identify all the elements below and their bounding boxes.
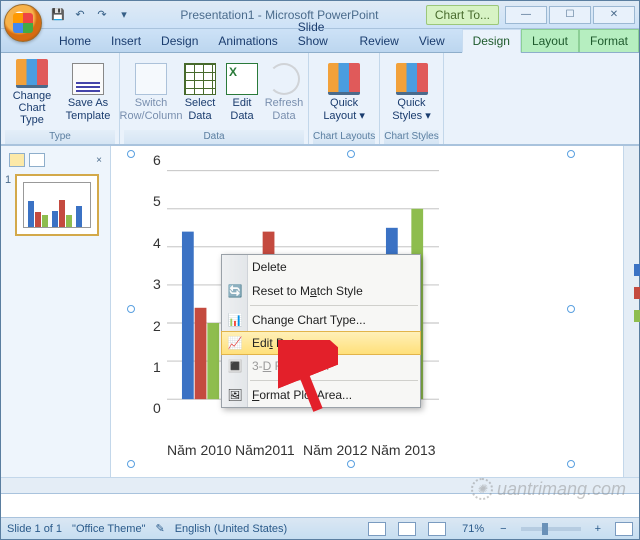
tab-animations[interactable]: Animations [208,30,287,52]
layout-icon [328,63,360,95]
legend-swatch-3 [634,310,640,322]
tab-chart-layout[interactable]: Layout [521,29,579,52]
styles-icon [396,63,428,95]
thumbnails-tab-slides[interactable] [9,153,25,167]
template-icon [72,63,104,95]
y-tick-label: 3 [153,276,161,292]
thumbnails-close[interactable]: × [96,155,102,166]
group-type-label: Type [5,130,115,144]
view-slideshow-button[interactable] [428,522,446,536]
y-tick-label: 4 [153,235,161,251]
refresh-data-button[interactable]: Refresh Data [264,58,304,128]
slide-number: 1 [5,174,11,236]
tab-slideshow[interactable]: Slide Show [288,16,350,52]
x-tick-label: Năm 2012 [303,442,368,458]
slide-thumbnail-1[interactable] [15,174,99,236]
view-sorter-button[interactable] [398,522,416,536]
y-tick-label: 5 [153,193,161,209]
edit-data-button[interactable]: Edit Data [222,58,262,128]
status-language[interactable]: English (United States) [175,523,288,535]
qat-more[interactable]: ▾ [115,6,133,24]
save-as-template-button[interactable]: Save As Template [61,58,115,128]
group-type: Change Chart Type Save As Template Type [1,53,120,144]
quick-layout-button[interactable]: Quick Layout ▾ [317,58,371,128]
y-tick-label: 0 [153,400,161,416]
y-tick-label: 1 [153,359,161,375]
tab-home[interactable]: Home [49,30,101,52]
group-data-label: Data [124,130,304,144]
change-chart-type-button[interactable]: Change Chart Type [5,58,59,128]
qat-redo[interactable]: ↷ [93,6,111,24]
switch-row-col-button[interactable]: Switch Row/Column [124,58,178,128]
zoom-level[interactable]: 71% [462,523,484,535]
reset-icon: 🔄 [227,283,243,299]
zoom-out-button[interactable]: − [500,523,506,535]
chart-legend[interactable]: Khu vực 1 Khu vực 2 Khu vực 3 [634,254,640,331]
status-theme: "Office Theme" [72,523,145,535]
tab-chart-format[interactable]: Format [579,29,639,52]
select-data-button[interactable]: Select Data [180,58,220,128]
quick-styles-button[interactable]: Quick Styles ▾ [385,58,439,128]
legend-swatch-2 [634,287,640,299]
x-tick-label: Năm 2013 [371,442,436,458]
tab-chart-design[interactable]: Design [462,29,521,53]
qat-undo[interactable]: ↶ [71,6,89,24]
switch-icon [135,63,167,95]
chart-icon [16,59,48,89]
tab-review[interactable]: Review [349,30,408,52]
slide-thumbnails-pane: × 1 [1,146,111,477]
watermark: ✺ uantrimang.com [471,478,626,500]
contextual-tab-title: Chart To... [426,5,499,25]
chart-type-icon: 📊 [227,312,243,328]
excel-icon [226,63,258,95]
group-chart-layouts: Quick Layout ▾ Chart Layouts [309,53,380,144]
x-tick-label: Năm2011 [235,442,295,458]
x-tick-label: Năm 2010 [167,442,232,458]
quick-access-toolbar: 💾 ↶ ↷ ▾ [49,6,133,24]
office-button[interactable] [4,4,42,42]
status-spellcheck-icon[interactable]: ✎ [155,522,164,535]
window-minimize[interactable]: — [505,6,547,24]
window-close[interactable]: ✕ [593,6,635,24]
menu-reset-match-style[interactable]: 🔄Reset to Match Style [222,279,420,303]
thumbnail-chart [23,182,91,228]
zoom-slider[interactable] [521,527,581,531]
tab-design[interactable]: Design [151,30,208,52]
workspace: × 1 [1,145,639,477]
rotation-icon: 🔳 [227,358,243,374]
menu-change-chart-type[interactable]: 📊Change Chart Type... [222,308,420,332]
y-tick-label: 2 [153,318,161,334]
window-maximize[interactable]: ☐ [549,6,591,24]
watermark-icon: ✺ [471,478,493,500]
group-styles-label: Chart Styles [384,130,438,144]
window-title: Presentation1 - Microsoft PowerPoint [133,8,426,22]
refresh-icon [268,63,300,95]
slide-canvas[interactable]: 0123456 Năm 2010Năm2011Năm 2012Năm 2013 … [111,146,623,477]
thumbnails-tab-outline[interactable] [29,153,45,167]
fit-to-window-button[interactable] [615,522,633,536]
group-data: Switch Row/Column Select Data Edit Data … [120,53,309,144]
annotation-arrow [278,340,338,425]
legend-swatch-1 [634,264,640,276]
group-layouts-label: Chart Layouts [313,130,375,144]
qat-save[interactable]: 💾 [49,6,67,24]
y-tick-label: 6 [153,152,161,168]
zoom-in-button[interactable]: + [595,523,601,535]
menu-delete[interactable]: Delete [222,255,420,279]
tab-insert[interactable]: Insert [101,30,151,52]
format-icon: 🖼 [227,387,243,403]
table-icon [184,63,216,95]
group-chart-styles: Quick Styles ▾ Chart Styles [380,53,443,144]
view-normal-button[interactable] [368,522,386,536]
tab-view[interactable]: View [409,30,455,52]
ribbon-tabs: Home Insert Design Animations Slide Show… [1,29,639,53]
status-bar: Slide 1 of 1 "Office Theme" ✎ English (U… [1,517,639,539]
chart-object[interactable]: 0123456 Năm 2010Năm2011Năm 2012Năm 2013 … [131,154,571,464]
ribbon: Change Chart Type Save As Template Type … [1,53,639,145]
status-slide: Slide 1 of 1 [7,523,62,535]
excel-icon: 📈 [227,335,243,351]
